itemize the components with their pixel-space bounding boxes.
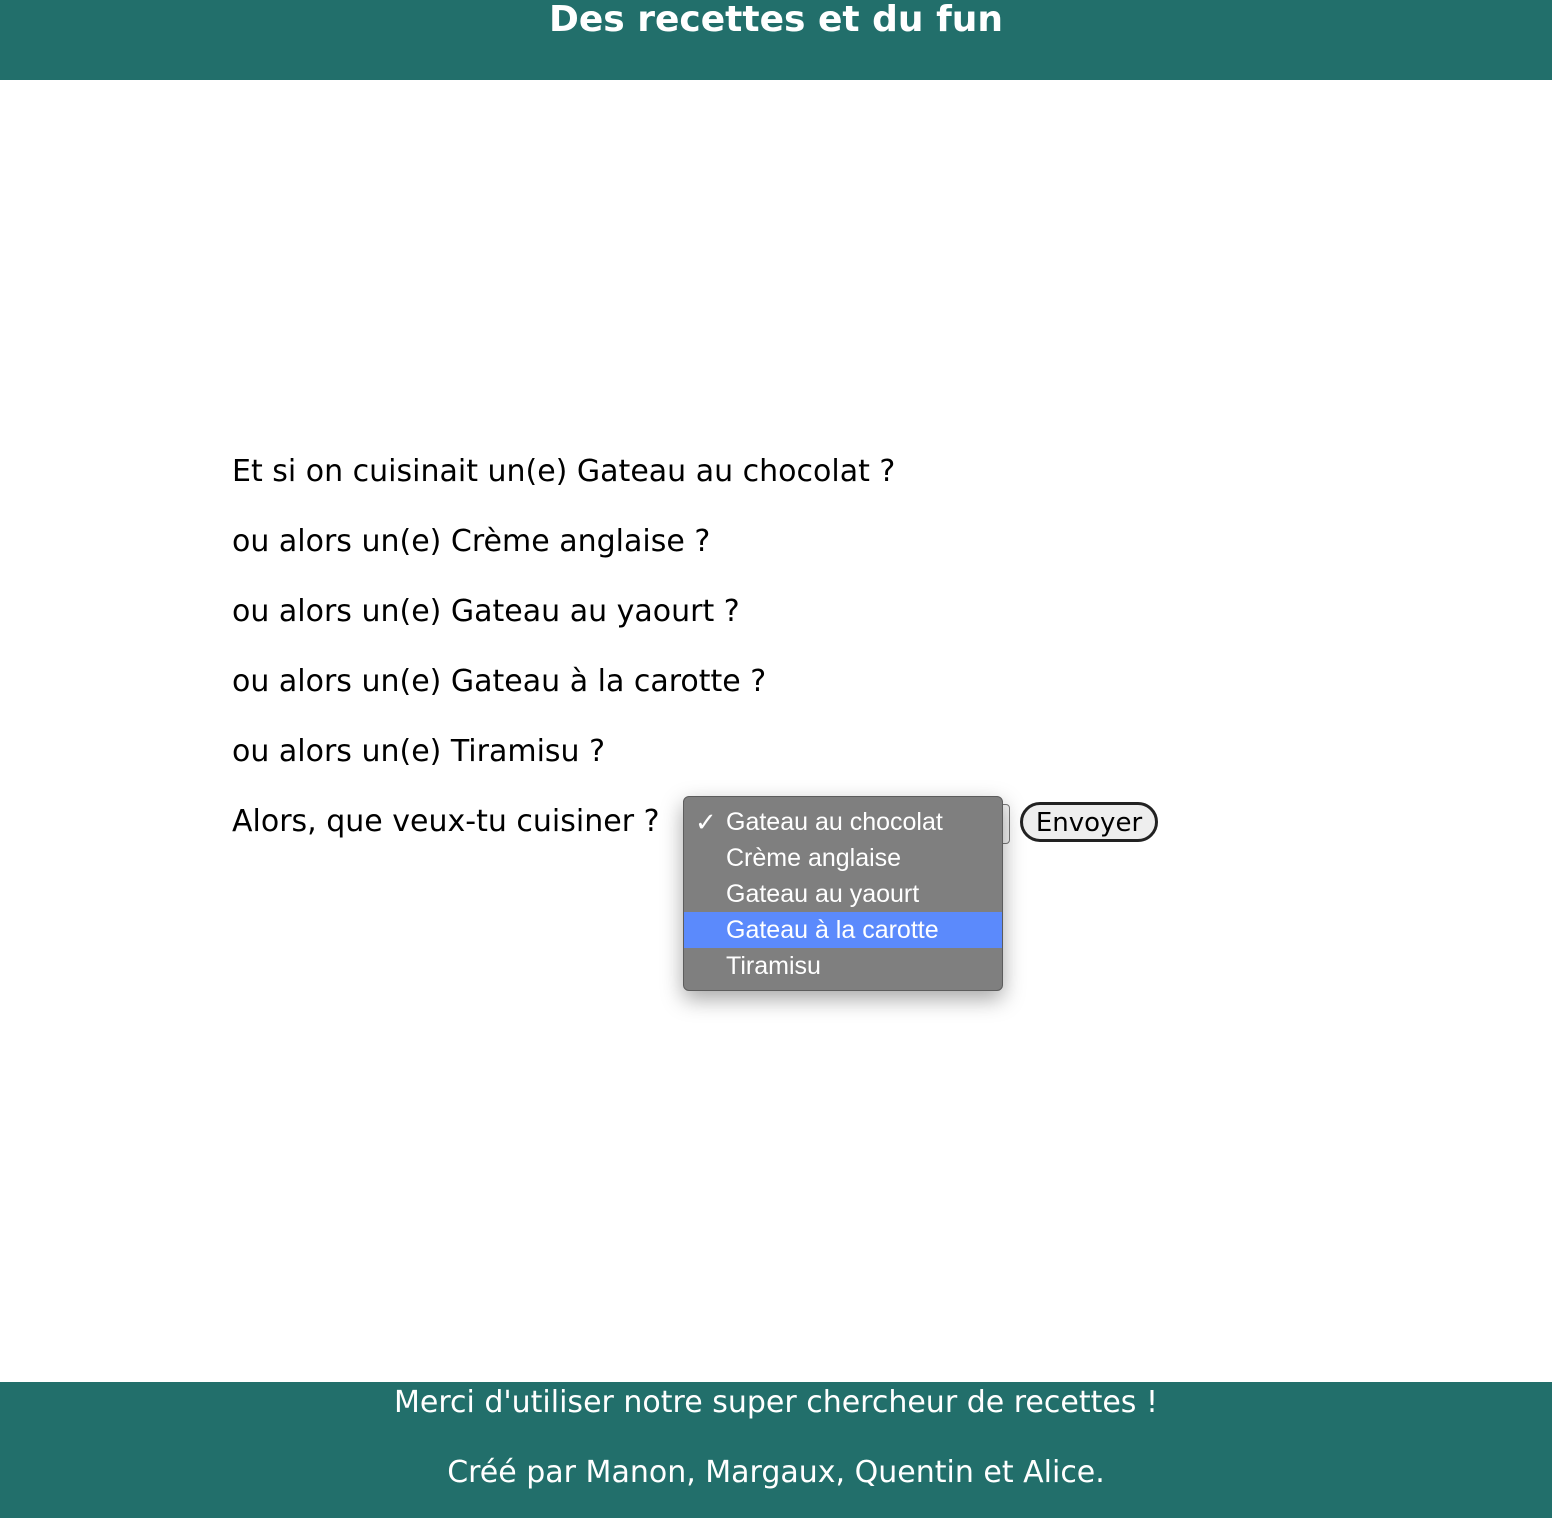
suggestion-line: ou alors un(e) Gateau au yaourt ?	[232, 594, 740, 629]
send-button[interactable]: Envoyer	[1020, 802, 1158, 842]
option-label: Gateau au chocolat	[726, 808, 943, 836]
suggestion-line: ou alors un(e) Gateau à la carotte ?	[232, 664, 767, 699]
dropdown-option[interactable]: Gateau au yaourt	[684, 876, 1002, 912]
suggestion-line: Et si on cuisinait un(e) Gateau au choco…	[232, 454, 896, 489]
site-title: Des recettes et du fun	[549, 0, 1003, 40]
option-label: Tiramisu	[726, 952, 821, 980]
footer-thanks: Merci d'utiliser notre super chercheur d…	[393, 1385, 1158, 1420]
suggestion-line: ou alors un(e) Crème anglaise ?	[232, 524, 711, 559]
recipe-form: Alors, que veux-tu cuisiner ? Envoyer	[232, 802, 1158, 844]
checkmark-icon: ✓	[695, 807, 717, 837]
suggestion-line: ou alors un(e) Tiramisu ?	[232, 734, 606, 769]
option-label: Gateau au yaourt	[726, 880, 920, 908]
option-label: Gateau à la carotte	[726, 916, 939, 944]
option-label: Crème anglaise	[726, 844, 902, 872]
recipe-dropdown-menu: ✓ Gateau au chocolat Crème anglaise Gate…	[683, 796, 1003, 991]
dropdown-option-highlighted[interactable]: Gateau à la carotte	[684, 912, 1002, 948]
dropdown-option[interactable]: ✓ Gateau au chocolat	[684, 804, 1002, 840]
footer-credits: Créé par Manon, Margaux, Quentin et Alic…	[447, 1455, 1105, 1490]
dropdown-option[interactable]: Tiramisu	[684, 948, 1002, 984]
site-footer: Merci d'utiliser notre super chercheur d…	[0, 1382, 1552, 1518]
dropdown-option[interactable]: Crème anglaise	[684, 840, 1002, 876]
site-header: Des recettes et du fun	[0, 0, 1552, 80]
form-question: Alors, que veux-tu cuisiner ?	[232, 804, 660, 839]
